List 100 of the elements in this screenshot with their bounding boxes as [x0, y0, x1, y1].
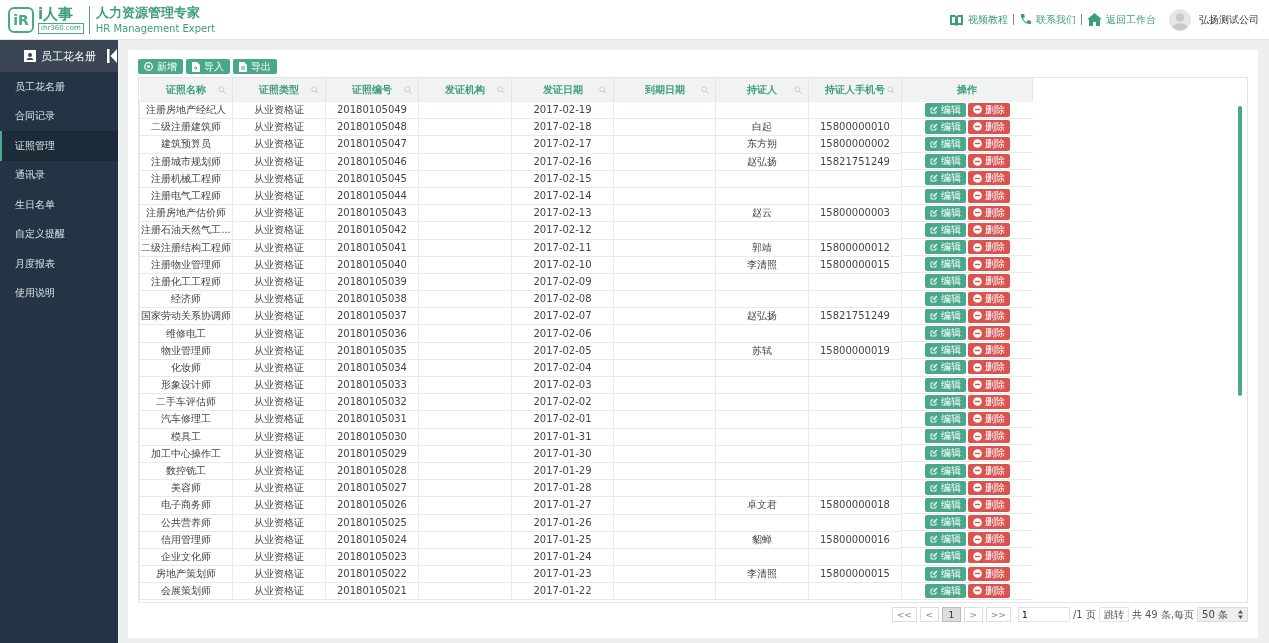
- column-header[interactable]: 持证人: [715, 78, 809, 102]
- page-button[interactable]: <<: [891, 607, 917, 622]
- edit-button[interactable]: 编辑: [924, 463, 966, 478]
- delete-button[interactable]: 删除: [967, 360, 1010, 375]
- edit-button[interactable]: 编辑: [924, 102, 966, 117]
- page-button[interactable]: >: [963, 607, 983, 622]
- sidebar-item[interactable]: 证照管理: [0, 131, 118, 161]
- avatar-icon[interactable]: [1169, 8, 1191, 31]
- sidebar-item[interactable]: 员工花名册: [0, 72, 118, 102]
- column-header[interactable]: 操作: [901, 78, 1033, 102]
- edit-button[interactable]: 编辑: [924, 377, 966, 392]
- column-header[interactable]: 持证人手机号: [808, 78, 902, 102]
- go-button[interactable]: 跳转: [1098, 607, 1129, 622]
- page-button[interactable]: 1: [941, 607, 961, 622]
- edit-button[interactable]: 编辑: [924, 394, 966, 409]
- delete-button[interactable]: 删除: [967, 154, 1010, 169]
- search-icon[interactable]: [404, 86, 412, 94]
- edit-button[interactable]: 编辑: [924, 566, 966, 581]
- edit-button[interactable]: 编辑: [924, 549, 966, 564]
- delete-button[interactable]: 删除: [967, 480, 1010, 495]
- delete-button[interactable]: 删除: [967, 102, 1010, 117]
- search-icon[interactable]: [701, 86, 709, 94]
- collapse-icon[interactable]: [107, 49, 117, 63]
- edit-button[interactable]: 编辑: [924, 326, 966, 341]
- sidebar-item[interactable]: 生日名单: [0, 190, 118, 220]
- delete-button[interactable]: 删除: [967, 343, 1010, 358]
- delete-button[interactable]: 删除: [967, 566, 1010, 581]
- delete-button[interactable]: 删除: [967, 274, 1010, 289]
- toolbar-button[interactable]: 导出: [233, 59, 277, 74]
- column-header[interactable]: 发证机构: [418, 78, 512, 102]
- delete-button[interactable]: 删除: [967, 549, 1010, 564]
- edit-button[interactable]: 编辑: [924, 497, 966, 512]
- column-header[interactable]: 证照编号: [325, 78, 419, 102]
- delete-button[interactable]: 删除: [967, 119, 1010, 134]
- search-icon[interactable]: [599, 86, 607, 94]
- edit-button[interactable]: 编辑: [924, 240, 966, 255]
- header-link[interactable]: 视频教程: [949, 12, 1008, 27]
- edit-button[interactable]: 编辑: [924, 515, 966, 530]
- edit-button[interactable]: 编辑: [924, 188, 966, 203]
- header-link[interactable]: 联系我们: [1019, 12, 1076, 27]
- delete-button[interactable]: 删除: [967, 515, 1010, 530]
- search-icon[interactable]: [887, 86, 895, 94]
- edit-button[interactable]: 编辑: [924, 274, 966, 289]
- delete-button[interactable]: 删除: [967, 463, 1010, 478]
- column-header[interactable]: 证照类型: [232, 78, 326, 102]
- edit-button[interactable]: 编辑: [924, 257, 966, 272]
- delete-button[interactable]: 删除: [967, 308, 1010, 323]
- page-input[interactable]: 1: [1017, 607, 1070, 622]
- delete-button[interactable]: 删除: [967, 411, 1010, 426]
- search-icon[interactable]: [794, 86, 802, 94]
- delete-button[interactable]: 删除: [967, 394, 1010, 409]
- edit-button[interactable]: 编辑: [924, 291, 966, 306]
- edit-button[interactable]: 编辑: [924, 583, 966, 598]
- column-header[interactable]: 到期日期: [613, 78, 716, 102]
- edit-button[interactable]: 编辑: [924, 154, 966, 169]
- delete-button[interactable]: 删除: [967, 497, 1010, 512]
- toolbar-button[interactable]: 新增: [138, 59, 183, 74]
- edit-button[interactable]: 编辑: [924, 171, 966, 186]
- column-header[interactable]: 证照名称: [139, 78, 233, 102]
- delete-button[interactable]: 删除: [967, 532, 1010, 547]
- search-icon[interactable]: [311, 86, 319, 94]
- edit-button[interactable]: 编辑: [924, 343, 966, 358]
- delete-button[interactable]: 删除: [967, 429, 1010, 444]
- delete-button[interactable]: 删除: [967, 326, 1010, 341]
- sidebar-item[interactable]: 自定义提醒: [0, 219, 118, 249]
- sidebar-item[interactable]: 通讯录: [0, 160, 118, 190]
- delete-button[interactable]: 删除: [967, 291, 1010, 306]
- edit-button[interactable]: 编辑: [924, 136, 966, 151]
- search-icon[interactable]: [218, 86, 226, 94]
- edit-button[interactable]: 编辑: [924, 205, 966, 220]
- delete-button[interactable]: 删除: [967, 222, 1010, 237]
- edit-button[interactable]: 编辑: [924, 360, 966, 375]
- edit-button[interactable]: 编辑: [924, 119, 966, 134]
- edit-button[interactable]: 编辑: [924, 222, 966, 237]
- search-icon[interactable]: [497, 86, 505, 94]
- page-button[interactable]: >>: [985, 607, 1011, 622]
- edit-button[interactable]: 编辑: [924, 429, 966, 444]
- delete-button[interactable]: 删除: [967, 171, 1010, 186]
- toolbar-button[interactable]: 导入: [186, 59, 230, 74]
- delete-button[interactable]: 删除: [967, 205, 1010, 220]
- delete-button[interactable]: 删除: [967, 377, 1010, 392]
- sidebar-item[interactable]: 月度报表: [0, 249, 118, 279]
- page-size-select[interactable]: 50 条: [1197, 607, 1248, 622]
- sidebar-item[interactable]: 合同记录: [0, 101, 118, 131]
- edit-button[interactable]: 编辑: [924, 411, 966, 426]
- edit-button[interactable]: 编辑: [924, 480, 966, 495]
- delete-button[interactable]: 删除: [967, 136, 1010, 151]
- delete-button[interactable]: 删除: [967, 257, 1010, 272]
- header-link[interactable]: 返回工作台: [1087, 12, 1156, 27]
- sidebar-item[interactable]: 使用说明: [0, 278, 118, 308]
- edit-button[interactable]: 编辑: [924, 532, 966, 547]
- edit-button[interactable]: 编辑: [924, 308, 966, 323]
- scrollbar[interactable]: [1238, 106, 1242, 396]
- delete-button[interactable]: 删除: [967, 188, 1010, 203]
- delete-button[interactable]: 删除: [967, 446, 1010, 461]
- page-button[interactable]: <: [919, 607, 939, 622]
- column-header[interactable]: 发证日期: [511, 78, 614, 102]
- edit-button[interactable]: 编辑: [924, 446, 966, 461]
- delete-button[interactable]: 删除: [967, 583, 1010, 598]
- delete-button[interactable]: 删除: [967, 240, 1010, 255]
